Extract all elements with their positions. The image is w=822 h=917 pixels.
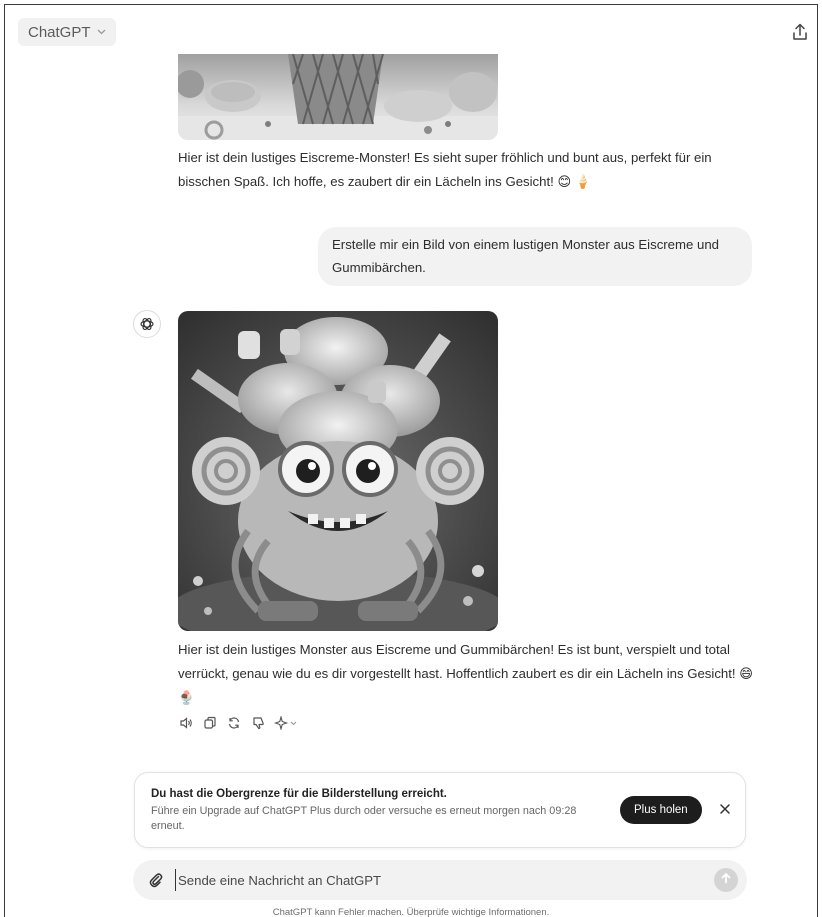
chat-window: ChatGPT Hier ist dein lustiges Eiscreme-… — [4, 4, 818, 917]
notice-body: Führe ein Upgrade auf ChatGPT Plus durch… — [151, 805, 577, 832]
assistant-message: Hier ist dein lustiges Eiscreme-Monster!… — [178, 150, 712, 189]
get-plus-button[interactable]: Plus holen — [620, 796, 702, 824]
send-button[interactable] — [714, 868, 738, 892]
model-label: ChatGPT — [28, 23, 91, 41]
message-actions — [177, 714, 301, 732]
chatgpt-logo-icon — [133, 310, 161, 338]
generated-image-gummy-monster[interactable] — [178, 311, 498, 631]
generated-image-ice-cream-monster[interactable] — [178, 54, 498, 140]
speaker-icon[interactable] — [177, 714, 195, 732]
close-icon[interactable] — [717, 801, 733, 817]
image-limit-notice: Du hast die Obergrenze für die Bilderste… — [134, 772, 746, 848]
arrow-up-icon — [720, 871, 732, 889]
copy-icon[interactable] — [201, 714, 219, 732]
sparkle-icon[interactable] — [273, 714, 301, 732]
message-composer — [133, 860, 747, 900]
disclaimer: ChatGPT kann Fehler machen. Überprüfe wi… — [272, 907, 550, 917]
thumbs-down-icon[interactable] — [249, 714, 267, 732]
assistant-message: Hier ist dein lustiges Monster aus Eiscr… — [178, 642, 753, 705]
user-message: Erstelle mir ein Bild von einem lustigen… — [318, 227, 752, 286]
regenerate-icon[interactable] — [225, 714, 243, 732]
share-icon[interactable] — [789, 21, 811, 43]
model-selector[interactable]: ChatGPT — [18, 18, 116, 46]
chevron-down-icon — [97, 27, 106, 38]
paperclip-icon[interactable] — [147, 871, 165, 889]
message-input[interactable] — [175, 869, 678, 891]
notice-title: Du hast die Obergrenze für die Bilderste… — [151, 788, 447, 800]
